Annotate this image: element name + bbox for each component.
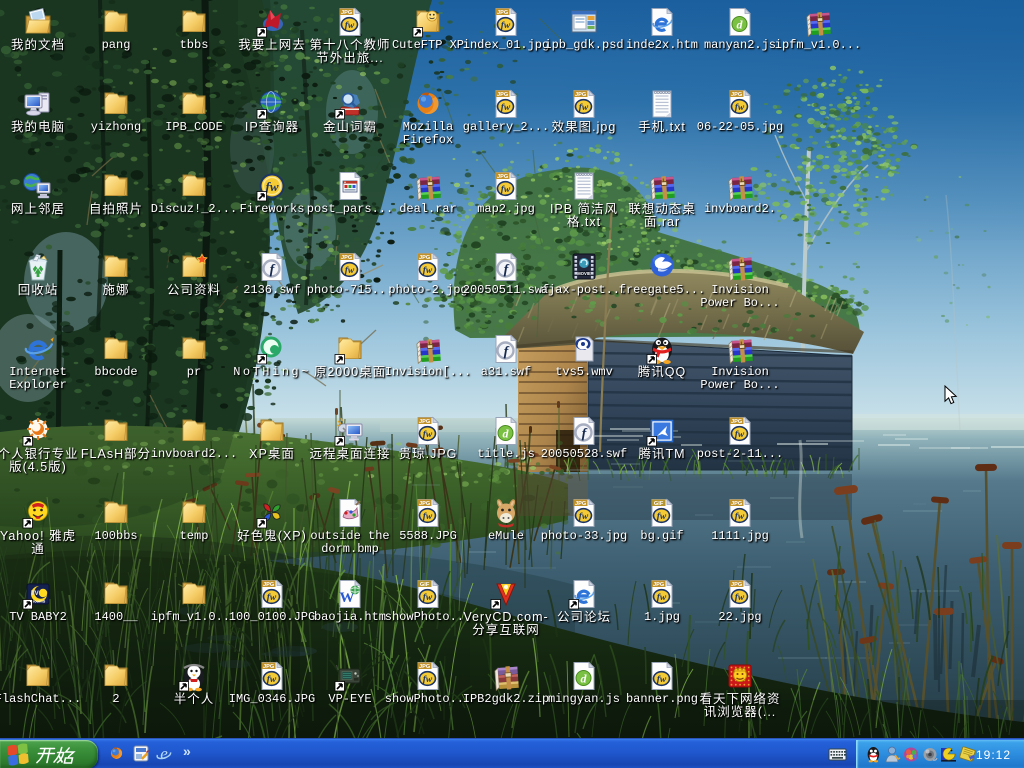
svg-text:e: e: [160, 744, 168, 763]
svg-text:»: »: [183, 744, 191, 759]
